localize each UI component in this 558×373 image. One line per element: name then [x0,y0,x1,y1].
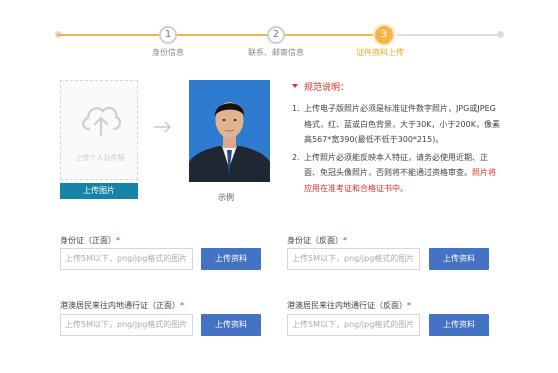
person-portrait-icon [189,80,270,182]
step-3-label: 证件资料上传 [356,48,404,57]
step-2-label: 联系、邮寄信息 [248,48,304,57]
step-2-number: 2 [267,26,285,44]
id-back-label-text: 身份证（反面） [287,236,343,245]
permit-front-label-text: 港澳居民来往内地通行证（正面） [60,301,180,310]
permit-front-upload-button[interactable]: 上传资料 [201,314,261,336]
permit-back-upload-button[interactable]: 上传资料 [429,314,489,336]
cloud-upload-icon [82,106,121,137]
sample-id-photo [189,80,270,182]
spec-item-number: 2. [292,152,300,162]
id-back-upload-button[interactable]: 上传资料 [429,248,489,270]
upload-photo-button[interactable]: 上传图片 [60,183,138,199]
stepper-line [285,34,381,36]
permit-front-label: 港澳居民来往内地通行证（正面）* [60,300,184,311]
permit-front-input[interactable]: 上传5M以下，png/jpg格式的图片 [60,314,193,336]
required-mark: * [407,301,411,310]
stepper-end-dot [497,31,504,38]
permit-back-input[interactable]: 上传5M以下，png/jpg格式的图片 [287,314,420,336]
spec-item-text: 上传照片必须能反映本人特征，请务必使用近期、正面、免冠头像照片，否则将不能通过资… [304,152,488,178]
required-mark: * [343,236,347,245]
required-mark: * [116,236,120,245]
spec-title: 规范说明： [304,83,350,93]
photo-upload-area[interactable]: 上传个人证件照 [60,80,138,180]
caret-down-icon [292,84,298,88]
spec-item-text: 上传电子版照片必须是标准证件数字照片，JPG或JPEG格式，红、蓝或白色背景，大… [304,104,500,144]
step-3-number: 3 [375,26,393,44]
id-front-input[interactable]: 上传5M以下，png/jpg格式的图片 [60,248,193,270]
id-front-label-text: 身份证（正面） [60,236,116,245]
spec-item: 2. 上传照片必须能反映本人特征，请务必使用近期、正面、免冠头像照片，否则将不能… [288,150,503,197]
id-front-label: 身份证（正面）* [60,235,120,246]
id-back-input[interactable]: 上传5M以下，png/jpg格式的图片 [287,248,420,270]
step-1-label: 身份信息 [152,48,184,57]
step-1-number: 1 [159,26,177,44]
spec-item-number: 1. [292,104,300,113]
sample-label: 示例 [218,193,234,202]
spec-item: 1. 上传电子版照片必须是标准证件数字照片，JPG或JPEG格式，红、蓝或白色背… [288,101,503,148]
id-front-upload-button[interactable]: 上传资料 [201,248,261,270]
arrow-right-icon [154,121,171,133]
stepper-line [175,34,268,36]
id-back-label: 身份证（反面）* [287,235,347,246]
upload-hint: 上传个人证件照 [75,154,125,162]
required-mark: * [180,301,184,310]
spec-list: 1. 上传电子版照片必须是标准证件数字照片，JPG或JPEG格式，红、蓝或白色背… [288,101,503,198]
stepper-line [57,34,165,36]
stepper-line [397,34,499,36]
permit-back-label: 港澳居民来往内地通行证（反面）* [287,300,411,311]
permit-back-label-text: 港澳居民来往内地通行证（反面） [287,301,407,310]
progress-stepper: 1 2 3 身份信息 联系、邮寄信息 证件资料上传 [0,0,558,62]
